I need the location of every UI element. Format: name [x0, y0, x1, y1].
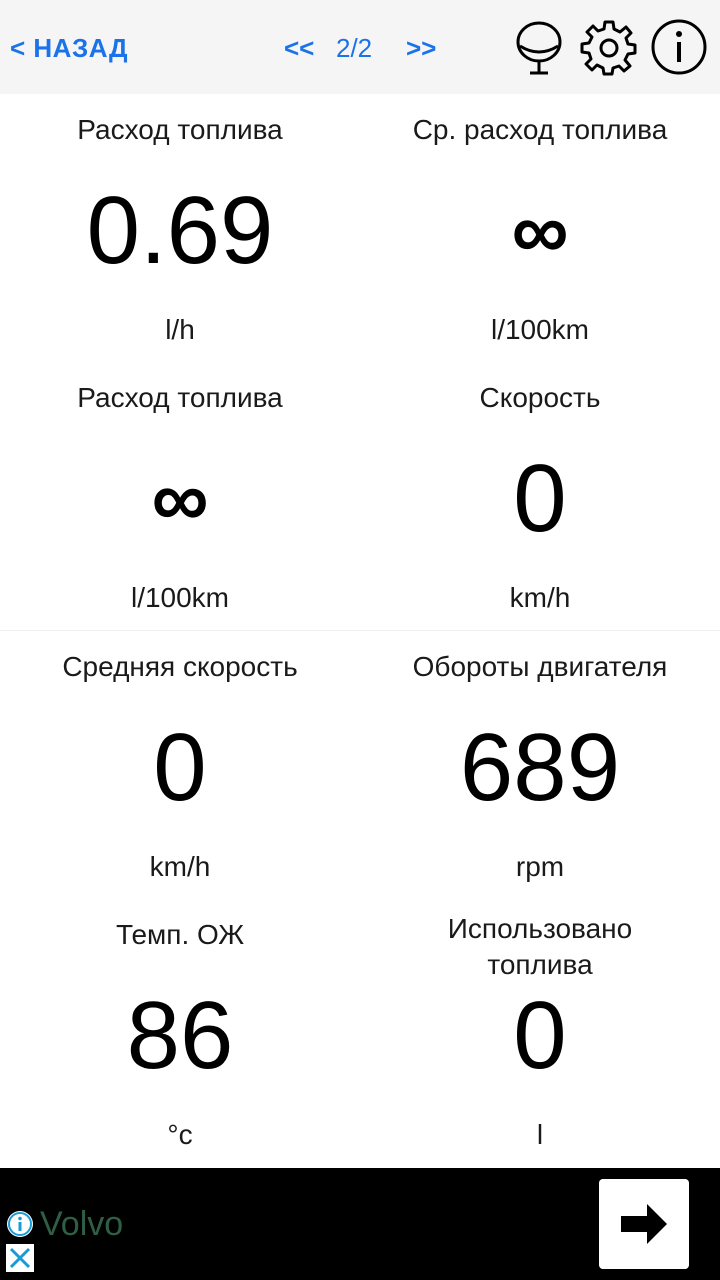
metric-label: Использовано топлива — [447, 913, 633, 980]
metric-fuel-consumption[interactable]: Расход топлива ∞ l/100km — [0, 362, 360, 630]
metric-label: Расход топлива — [77, 382, 283, 413]
top-bar: < НАЗАД << 2/2 >> — [0, 0, 720, 94]
metrics-row: Темп. ОЖ 86 °c Использовано топлива 0 l — [0, 899, 720, 1167]
metrics-grid: Расход топлива 0.69 l/h Ср. расход топли… — [0, 94, 720, 1168]
metric-unit: l/h — [165, 314, 195, 345]
metric-label: Темп. ОЖ — [115, 919, 245, 950]
prev-page-button[interactable]: << — [284, 30, 314, 66]
metric-avg-speed[interactable]: Средняя скорость 0 km/h — [0, 631, 360, 899]
metric-unit: km/h — [509, 582, 571, 613]
metric-unit: °c — [167, 1119, 193, 1150]
info-icon — [7, 1211, 33, 1237]
metric-engine-rpm[interactable]: Обороты двигателя 689 rpm — [360, 631, 720, 899]
metrics-row: Средняя скорость 0 km/h Обороты двигател… — [0, 631, 720, 899]
microphone-icon — [516, 21, 562, 75]
metric-label: Скорость — [479, 382, 601, 413]
metric-value: ∞ — [151, 454, 209, 543]
ad-open-button[interactable] — [599, 1179, 689, 1269]
metric-unit: rpm — [515, 851, 565, 882]
settings-button[interactable] — [580, 18, 638, 76]
ad-close-button[interactable] — [6, 1244, 34, 1272]
metric-avg-fuel-consumption[interactable]: Ср. расход топлива ∞ l/100km — [360, 94, 720, 362]
metric-speed[interactable]: Скорость 0 km/h — [360, 362, 720, 630]
metric-label: Средняя скорость — [62, 651, 298, 682]
metric-value: 0 — [513, 982, 567, 1089]
ad-info-button[interactable] — [6, 1210, 34, 1238]
info-button[interactable] — [650, 18, 708, 76]
metric-value: 0 — [513, 445, 567, 552]
metric-value: 0 — [153, 714, 207, 821]
next-page-button[interactable]: >> — [406, 30, 436, 66]
metric-unit: l/100km — [130, 582, 230, 613]
ad-banner[interactable]: Volvo — [0, 1168, 720, 1280]
metric-label: Обороты двигателя — [412, 651, 668, 682]
metric-fuel-rate[interactable]: Расход топлива 0.69 l/h — [0, 94, 360, 362]
metric-label: Расход топлива — [77, 114, 283, 145]
arrow-right-icon — [621, 1204, 667, 1244]
metric-value: ∞ — [511, 186, 569, 275]
page-indicator: 2/2 — [336, 33, 373, 63]
metric-value: 86 — [126, 982, 234, 1089]
ad-title[interactable]: Volvo — [40, 1204, 123, 1244]
metric-value: 0.69 — [86, 177, 274, 284]
metric-unit: l — [536, 1119, 544, 1150]
close-icon — [6, 1244, 34, 1272]
info-icon — [651, 19, 707, 75]
metric-value: 689 — [459, 714, 621, 821]
gear-icon — [580, 20, 637, 76]
metric-fuel-used[interactable]: Использовано топлива 0 l — [360, 899, 720, 1167]
metrics-row: Расход топлива 0.69 l/h Ср. расход топли… — [0, 94, 720, 362]
microphone-button[interactable] — [510, 18, 568, 76]
metric-coolant-temp[interactable]: Темп. ОЖ 86 °c — [0, 899, 360, 1167]
metric-unit: l/100km — [490, 314, 590, 345]
metrics-row: Расход топлива ∞ l/100km Скорость 0 km/h — [0, 362, 720, 631]
metric-unit: km/h — [149, 851, 211, 882]
back-button[interactable]: < НАЗАД — [10, 30, 128, 66]
metric-label: Ср. расход топлива — [412, 114, 668, 145]
